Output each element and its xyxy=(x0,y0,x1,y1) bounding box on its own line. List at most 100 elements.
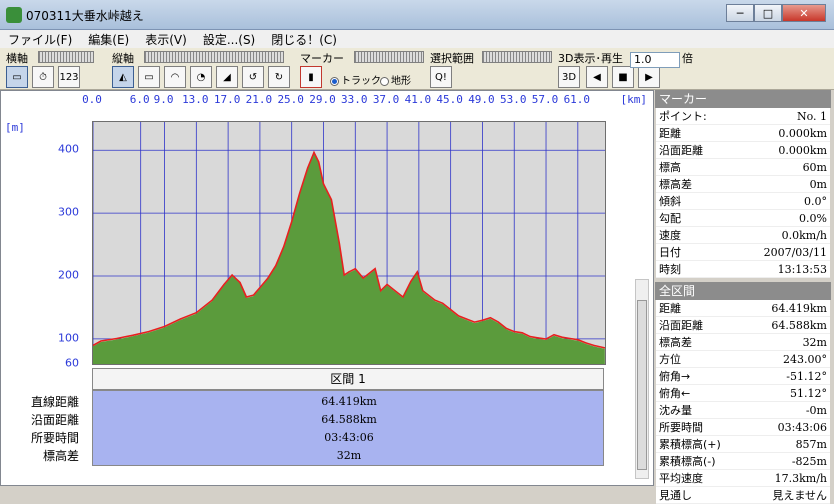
total_panel-row: 累積標高(-) -825m xyxy=(656,452,830,470)
speed-combo[interactable]: 1.0 xyxy=(630,52,680,68)
meter-gauge-icon[interactable]: ◔ xyxy=(190,66,212,88)
summary-value: 03:43:06 xyxy=(324,431,374,444)
marker_panel-key: 距離 xyxy=(656,124,732,142)
elevation-point xyxy=(410,280,412,282)
toolbar: 横軸 ▭ ⏱ 123 縦軸 ◭ ▭ ◠ ◔ ◢ ↺ ↻ マーカー ▮ トラック … xyxy=(0,48,834,90)
rewind-icon[interactable]: ◀ xyxy=(586,66,608,88)
vertical-axis-slider[interactable] xyxy=(144,51,284,63)
view-3d-icon[interactable]: 3D xyxy=(558,66,580,88)
elevation-plot[interactable] xyxy=(92,121,606,365)
speed-gauge-icon[interactable]: ◠ xyxy=(164,66,186,88)
elevation-point xyxy=(386,283,388,285)
marker-slider[interactable] xyxy=(354,51,424,63)
vertical-scrollbar[interactable] xyxy=(635,279,649,479)
title-bar: 070311大垂水峠越え ─ □ ✕ xyxy=(0,0,834,30)
x-tick-label: 25.0 xyxy=(277,93,304,106)
elevation-point xyxy=(593,344,595,346)
elevation-point xyxy=(354,268,356,270)
marker-pin-icon[interactable]: ▮ xyxy=(300,66,322,88)
track-radio[interactable]: トラック xyxy=(330,72,381,87)
app-icon xyxy=(6,7,22,23)
selection-marker-icon[interactable]: Q! xyxy=(430,66,452,88)
elevation-point xyxy=(231,274,233,276)
elevation-point xyxy=(577,339,579,341)
marker_panel-row: 沿面距離 0.000km xyxy=(656,141,830,159)
maximize-button[interactable]: □ xyxy=(754,4,782,22)
terrain-radio-dot xyxy=(380,76,389,86)
elevation-point xyxy=(481,319,483,321)
x-tick-label: 53.0 xyxy=(499,93,527,106)
summary-label: 沿面距離 xyxy=(30,413,79,427)
elevation-point xyxy=(211,299,213,301)
total_panel-value: -0m xyxy=(747,401,830,419)
terrain-radio[interactable]: 地形 xyxy=(380,72,411,87)
window-title: 070311大垂水峠越え xyxy=(26,9,144,23)
y-tick-label: 100 xyxy=(58,331,79,345)
menu-settings[interactable]: 設定...(S) xyxy=(195,30,263,48)
slope-icon[interactable]: ◢ xyxy=(216,66,238,88)
total_panel-key: 沈み量 xyxy=(656,401,748,419)
menu-view[interactable]: 表示(V) xyxy=(137,30,195,48)
distance-axis-button[interactable]: ▭ xyxy=(6,66,28,88)
total_panel-row: 平均速度 17.3km/h xyxy=(656,469,830,487)
flat-graph-icon[interactable]: ▭ xyxy=(138,66,160,88)
marker_panel-row: 傾斜 0.0° xyxy=(656,192,830,210)
x-tick-label: 13.0 xyxy=(182,93,209,106)
selection-range-slider[interactable] xyxy=(482,51,552,63)
total_panel-value: -825m xyxy=(747,452,830,470)
summary-value: 64.588km xyxy=(321,413,377,426)
elevation-point xyxy=(195,312,197,314)
elevation-point xyxy=(307,167,309,169)
elevation-point xyxy=(513,331,515,333)
minimize-button[interactable]: ─ xyxy=(726,4,754,22)
horizontal-axis-slider[interactable] xyxy=(38,51,94,63)
scroll-thumb[interactable] xyxy=(637,300,647,470)
marker_panel-key: ポイント: xyxy=(656,108,732,125)
rotate-left-icon[interactable]: ↺ xyxy=(242,66,264,88)
close-button[interactable]: ✕ xyxy=(782,4,826,22)
total_panel-row: 見通し 見えません xyxy=(656,486,830,504)
play-icon[interactable]: ▶ xyxy=(638,66,660,88)
marker_panel-value: 0.0km/h xyxy=(731,226,830,244)
elevation-area xyxy=(93,153,605,364)
marker-table: ポイント: No. 1 距離 0.000km 沿面距離 0.000km 標高 60m 標高差 0m… xyxy=(656,108,830,278)
elevation-point xyxy=(374,268,376,270)
elevation-point xyxy=(283,246,285,248)
elevation-point xyxy=(299,192,301,194)
total_panel-key: 俯角→ xyxy=(656,367,748,385)
elevation-point xyxy=(318,161,320,163)
elevation-point xyxy=(275,265,277,267)
total_panel-key: 累積標高(-) xyxy=(656,452,748,470)
total_panel-key: 距離 xyxy=(656,300,748,317)
marker_panel-value: 0m xyxy=(731,175,830,193)
marker_panel-key: 標高 xyxy=(656,158,732,176)
time-axis-icon[interactable]: ⏱ xyxy=(32,66,54,88)
elevation-point xyxy=(362,277,364,279)
section-stats: 64.419km 64.588km 03:43:06 32m xyxy=(92,390,604,466)
total_panel-value: 17.3km/h xyxy=(747,469,830,487)
elevation-point xyxy=(473,321,476,323)
y-tick-label: 300 xyxy=(58,205,79,219)
rotate-right-icon[interactable]: ↻ xyxy=(268,66,290,88)
marker_panel-value: 0.0° xyxy=(731,192,830,210)
section-header: 区間 1 xyxy=(92,368,604,390)
x-tick-label: 17.0 xyxy=(213,93,241,106)
summary-label: 直線距離 xyxy=(30,395,79,409)
elevation-graph-icon[interactable]: ◭ xyxy=(112,66,134,88)
marker_panel-key: 日付 xyxy=(656,243,732,261)
track-radio-dot xyxy=(330,76,339,86)
menu-close[interactable]: 閉じる！(C) xyxy=(263,30,345,48)
elevation-point xyxy=(163,325,166,328)
menu-file[interactable]: ファイル(F) xyxy=(0,30,80,48)
speed-combo-value: 1.0 xyxy=(634,53,652,66)
terrain-radio-label: 地形 xyxy=(391,76,411,87)
menu-edit[interactable]: 編集(E) xyxy=(80,30,137,48)
stop-icon[interactable]: ■ xyxy=(612,66,634,88)
x-tick-label: 57.0 xyxy=(531,93,559,106)
total_panel-row: 方位 243.00° xyxy=(656,350,830,368)
total_panel-row: 沈み量 -0m xyxy=(656,401,830,419)
point-number-axis-button[interactable]: 123 xyxy=(58,66,80,88)
elevation-point xyxy=(497,321,499,323)
elevation-point xyxy=(529,336,531,338)
marker_panel-row: 標高 60m xyxy=(656,158,830,176)
